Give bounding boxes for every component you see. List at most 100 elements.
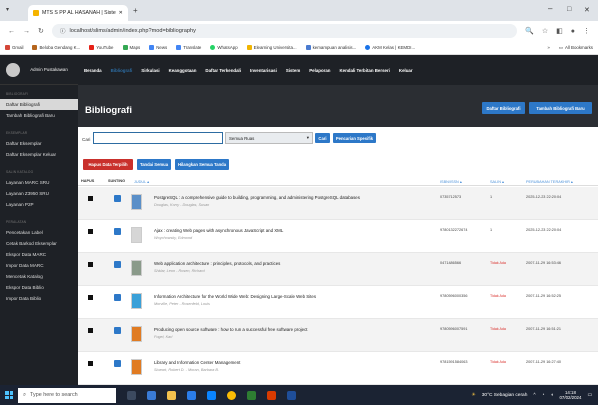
edit-icon[interactable] — [114, 261, 121, 268]
column-isbn[interactable]: ISBN/ISSN ▴ — [440, 179, 462, 184]
nav-sistem[interactable]: Sistem — [286, 68, 300, 73]
sidebar-item-impor-marc[interactable]: Impor Data MARC — [0, 260, 78, 271]
column-perubahan[interactable]: PERUBAHAN TERAKHIR ▴ — [526, 179, 573, 184]
bookmark-news[interactable]: News — [149, 45, 167, 50]
file-explorer-icon[interactable] — [167, 390, 176, 400]
sidebar-item-ekspor-biblio[interactable]: Ekspor Data Biblio — [0, 282, 78, 293]
nav-keluar[interactable]: Keluar — [399, 68, 413, 73]
bookmark-kemampuan[interactable]: kemampuan analisis... — [305, 45, 356, 50]
tab-search-icon[interactable]: ▾ — [6, 6, 9, 13]
windows-start-icon[interactable] — [0, 385, 18, 405]
widgets-icon[interactable] — [147, 390, 156, 400]
bookmark-akm[interactable]: AKM Kelas | KEMDI... — [365, 45, 415, 50]
bookmark-star-icon[interactable]: ☆ — [542, 27, 548, 35]
row-title[interactable]: Ajax : creating Web pages with asynchron… — [154, 228, 283, 233]
nav-beranda[interactable]: Beranda — [84, 68, 102, 73]
sidebar-item-mencetak-katalog[interactable]: Mencetak Katalog — [0, 271, 78, 282]
all-bookmarks[interactable]: ▭ All Bookmarks — [559, 45, 593, 51]
tambah-bibliografi-button[interactable]: Tambah Bibliografi Baru — [529, 102, 592, 114]
app-icon-green[interactable] — [247, 390, 256, 400]
back-icon[interactable]: ← — [8, 28, 15, 35]
nav-daftar-terkendali[interactable]: Daftar Terkendali — [205, 68, 241, 73]
edge-icon[interactable] — [187, 390, 196, 400]
nav-bibliografi[interactable]: Bibliografi — [111, 68, 133, 73]
taskbar-search[interactable]: ⌕ Type here to search — [18, 387, 116, 403]
minimize-icon[interactable]: – — [548, 4, 552, 13]
search-button[interactable]: Cari — [315, 133, 330, 143]
nav-pelaporan[interactable]: Pelaporan — [309, 68, 330, 73]
sidebar-item-pencetakan-label[interactable]: Pencetakan Label — [0, 227, 78, 238]
weather-icon[interactable]: ☀ — [471, 393, 475, 398]
row-title[interactable]: Information Architecture for the World W… — [154, 294, 316, 299]
select-all-button[interactable]: Tandai Semua — [137, 159, 171, 170]
bookmark-youtube[interactable]: YouTube — [89, 45, 114, 50]
task-view-icon[interactable] — [127, 390, 136, 400]
sidebar-item-ekspor-marc[interactable]: Ekspor Data MARC — [0, 249, 78, 260]
store-icon[interactable] — [207, 390, 216, 400]
bookmark-gmail[interactable]: Gmail — [5, 45, 23, 50]
search-input[interactable] — [93, 132, 223, 144]
column-salin[interactable]: SALIN ▴ — [490, 179, 504, 184]
zoom-icon[interactable]: 🔍 — [525, 27, 534, 35]
sidebar-item-tambah-bibliografi[interactable]: Tambah Bibliografi Baru — [0, 110, 78, 121]
row-title[interactable]: Producing open source software : how to … — [154, 327, 308, 332]
chrome-icon[interactable] — [227, 390, 236, 400]
profile-icon[interactable]: ● — [571, 28, 575, 35]
volume-icon[interactable]: ◖ — [551, 393, 554, 398]
maximize-icon[interactable]: □ — [567, 6, 571, 13]
nav-kendali-terbitan[interactable]: Kendali Terbitan Berseri — [339, 68, 389, 73]
bookmark-maps[interactable]: Maps — [122, 45, 140, 50]
sidebar-item-z3950-sru[interactable]: Layanan Z3950 SRU — [0, 188, 78, 199]
reload-icon[interactable]: ↻ — [38, 27, 44, 35]
app-icon-blue[interactable] — [287, 390, 296, 400]
edit-icon[interactable] — [114, 195, 121, 202]
sidebar-item-cetak-barkod[interactable]: Cetak Barkod Eksemplar — [0, 238, 78, 249]
row-title[interactable]: Web application architecture : principle… — [154, 261, 280, 266]
bookmark-whatsapp[interactable]: WhatsApp — [210, 45, 238, 50]
advanced-search-button[interactable]: Pencarian Spesifik — [333, 133, 376, 143]
delete-selected-button[interactable]: Hapus Data Terpilih — [83, 159, 133, 170]
nav-keanggotaan[interactable]: Keanggotaan — [169, 68, 197, 73]
row-delete-checkbox[interactable] — [88, 328, 93, 333]
search-field-select[interactable]: Semua Ruas ▾ — [225, 132, 313, 144]
sidebar-item-impor-biblio[interactable]: Impor Data Biblio — [0, 293, 78, 304]
row-delete-checkbox[interactable] — [88, 229, 93, 234]
row-title[interactable]: Library and Information Center Managemen… — [154, 360, 240, 365]
edit-icon[interactable] — [114, 294, 121, 301]
nav-inventarisasi[interactable]: Inventarisasi — [250, 68, 277, 73]
forward-icon[interactable]: → — [23, 28, 30, 35]
unselect-all-button[interactable]: Hilangkan Semua Tanda — [175, 159, 229, 170]
tray-arrow-icon[interactable]: ^ — [533, 393, 535, 398]
weather-text[interactable]: 30°C Sebagian cerah — [482, 393, 528, 398]
row-delete-checkbox[interactable] — [88, 262, 93, 267]
bookmark-translate[interactable]: Translate — [176, 45, 201, 50]
sidebar-item-marc-sru[interactable]: Layanan MARC SRU — [0, 177, 78, 188]
row-delete-checkbox[interactable] — [88, 361, 93, 366]
daftar-bibliografi-button[interactable]: Daftar Bibliografi — [482, 102, 525, 114]
row-delete-checkbox[interactable] — [88, 196, 93, 201]
tab-close-icon[interactable]: ✕ — [119, 10, 123, 16]
close-window-icon[interactable]: ✕ — [584, 6, 590, 14]
sidebar-item-eksemplar-keluar[interactable]: Daftar Eksemplar Keluar — [0, 149, 78, 160]
edit-icon[interactable] — [114, 360, 121, 367]
new-tab-icon[interactable]: + — [133, 6, 138, 15]
browser-tab-active[interactable]: MTS S PP AL HASANAH | Siste ✕ — [28, 5, 128, 21]
clock[interactable]: 14:18 07/02/2024 — [559, 390, 581, 401]
row-delete-checkbox[interactable] — [88, 295, 93, 300]
sidebar-item-daftar-bibliografi[interactable]: Daftar Bibliografi — [0, 99, 78, 110]
app-icon-orange[interactable] — [267, 390, 276, 400]
network-icon[interactable]: ◔ — [542, 393, 545, 398]
browser-menu-icon[interactable]: ⋮ — [583, 27, 590, 35]
column-judul[interactable]: JUDUL ▴ — [134, 179, 149, 184]
url-field[interactable]: ⓘ localhost/slims/admin/index.php?mod=bi… — [51, 24, 518, 38]
notification-icon[interactable]: ▭ — [587, 393, 592, 398]
extensions-icon[interactable]: ◧ — [556, 27, 563, 35]
site-info-icon[interactable]: ⓘ — [60, 27, 66, 35]
nav-sirkulasi[interactable]: Sirkulasi — [141, 68, 159, 73]
bookmark-beloba[interactable]: Beloba Gendang K... — [32, 45, 80, 50]
sidebar-item-p2p[interactable]: Layanan P2P — [0, 199, 78, 210]
bookmarks-overflow-icon[interactable]: » — [547, 45, 549, 50]
edit-icon[interactable] — [114, 327, 121, 334]
edit-icon[interactable] — [114, 228, 121, 235]
sidebar-item-daftar-eksemplar[interactable]: Daftar Eksemplar — [0, 138, 78, 149]
